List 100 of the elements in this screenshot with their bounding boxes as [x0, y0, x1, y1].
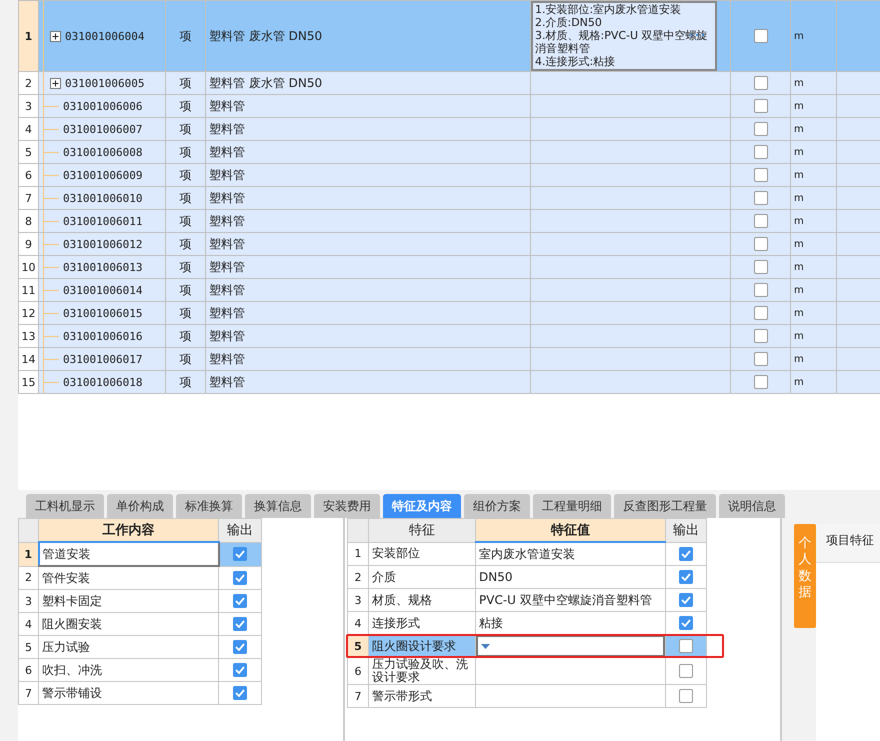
tab[interactable]: 组价方案	[464, 494, 530, 518]
checkbox[interactable]	[754, 306, 768, 320]
checkbox[interactable]	[754, 237, 768, 252]
expand-icon[interactable]	[50, 78, 61, 88]
column-header[interactable]: 输出	[666, 518, 706, 542]
checkbox[interactable]	[233, 547, 248, 562]
row-number: 3	[18, 94, 38, 118]
table-cell-text: 粘接	[478, 616, 504, 630]
item-code: 031001006006	[63, 100, 142, 112]
tab[interactable]: 工程量明细	[533, 494, 611, 518]
checkbox[interactable]	[679, 546, 693, 561]
item-code: 031001006007	[63, 122, 142, 136]
checkbox[interactable]	[754, 145, 768, 160]
checkbox[interactable]	[754, 352, 768, 366]
row-number: 14	[18, 348, 38, 370]
checkbox[interactable]	[754, 122, 768, 136]
column-header[interactable]: 特征值	[476, 518, 666, 542]
checkbox[interactable]	[233, 594, 247, 608]
item-code: 031001006013	[63, 260, 142, 274]
table-cell: m	[790, 118, 836, 140]
panel-header: 项目特征	[816, 524, 880, 563]
table-cell: 塑料管	[206, 370, 530, 394]
table-cell: 压力试验及吹、洗设计要求	[368, 658, 476, 684]
table-cell: 塑料管	[206, 94, 530, 118]
table-cell: 项	[166, 186, 206, 210]
dropdown-field[interactable]	[476, 635, 665, 657]
checkbox[interactable]	[754, 214, 768, 228]
table-cell: 项	[166, 118, 206, 140]
checkbox[interactable]	[679, 616, 693, 630]
checkbox[interactable]	[679, 570, 693, 584]
table-cell: 项	[166, 324, 206, 348]
table-cell: 项	[166, 94, 206, 118]
table-cell: 塑料管	[206, 118, 530, 140]
checkbox[interactable]	[679, 639, 693, 653]
tab[interactable]: 说明信息	[719, 494, 785, 518]
checkbox[interactable]	[679, 593, 693, 607]
row-number: 6	[18, 658, 38, 682]
table-cell: m	[790, 140, 836, 164]
checkbox[interactable]	[754, 191, 768, 206]
checkbox[interactable]	[754, 29, 768, 44]
table-cell: 介质	[368, 566, 476, 588]
row-number: 2	[348, 566, 368, 588]
table-cell: 阻火圈安装	[38, 612, 218, 636]
expand-icon[interactable]	[50, 30, 61, 42]
dropdown-caret-icon[interactable]	[481, 644, 490, 648]
tab[interactable]: 反查图形工程量	[614, 494, 716, 518]
table-cell: m	[790, 210, 836, 232]
item-code: 031001006016	[63, 330, 142, 342]
checkbox[interactable]	[754, 260, 768, 274]
tab[interactable]: 单价构成	[107, 494, 173, 518]
checkbox[interactable]	[679, 664, 693, 678]
tab[interactable]: 标准换算	[176, 494, 242, 518]
column-header[interactable]: 特征	[368, 518, 476, 542]
feature-editor[interactable]: 1.安装部位:室内废水管道安装 2.介质:DN50 3.材质、规格:PVC-U 双壁中空螺旋消音塑料管 4.连接形式:粘接	[532, 2, 717, 70]
table-cell: 项	[166, 0, 206, 72]
tab[interactable]: 安装费用	[314, 494, 380, 518]
row-number: 1	[348, 542, 368, 566]
checkbox[interactable]	[754, 168, 768, 182]
checkbox[interactable]	[754, 99, 768, 114]
table-cell: 塑料管	[206, 210, 530, 232]
row-number: 4	[18, 118, 38, 140]
checkbox[interactable]	[233, 617, 247, 632]
tab[interactable]: 工料机显示	[26, 494, 104, 518]
item-code: 031001006010	[63, 192, 142, 204]
checkbox[interactable]	[233, 686, 247, 700]
checkbox[interactable]	[679, 689, 693, 703]
row-number: 3	[18, 590, 38, 612]
checkbox[interactable]	[233, 663, 247, 678]
table-cell: 塑料管	[206, 256, 530, 278]
row-number: 1	[18, 0, 38, 72]
column-header[interactable]: 工作内容	[38, 518, 218, 542]
column-header[interactable]: 输出	[218, 518, 262, 542]
table-cell-text: PVC-U 双壁中空螺旋消音塑料管	[478, 592, 653, 606]
table-cell: 项	[166, 140, 206, 164]
table-cell: 项	[166, 370, 206, 394]
table-cell: 项	[166, 232, 206, 256]
checkbox[interactable]	[754, 375, 768, 390]
table-cell-text: 室内废水管道安装	[478, 546, 576, 560]
table-cell: 项	[166, 256, 206, 278]
checkbox[interactable]	[754, 76, 768, 90]
checkbox[interactable]	[754, 283, 768, 298]
table-cell: m	[790, 302, 836, 324]
item-code: 031001006014	[63, 284, 142, 296]
checkbox[interactable]	[754, 329, 768, 344]
table-cell: 项	[166, 164, 206, 186]
table-cell: 项	[166, 302, 206, 324]
row-number: 7	[18, 186, 38, 210]
row-number: 4	[18, 612, 38, 636]
table-cell: m	[790, 324, 836, 348]
checkbox[interactable]	[233, 571, 247, 586]
checkbox[interactable]	[233, 640, 247, 654]
tab[interactable]: 换算信息	[245, 494, 311, 518]
item-code: 031001006008	[63, 146, 142, 158]
row-number: 2	[18, 566, 38, 590]
row-number: 6	[348, 658, 368, 684]
row-number: 7	[18, 682, 38, 704]
table-cell: 塑料管	[206, 348, 530, 370]
item-code: 031001006009	[63, 168, 142, 182]
table-cell: 塑料管	[206, 324, 530, 348]
item-code: 031001006012	[63, 238, 142, 250]
